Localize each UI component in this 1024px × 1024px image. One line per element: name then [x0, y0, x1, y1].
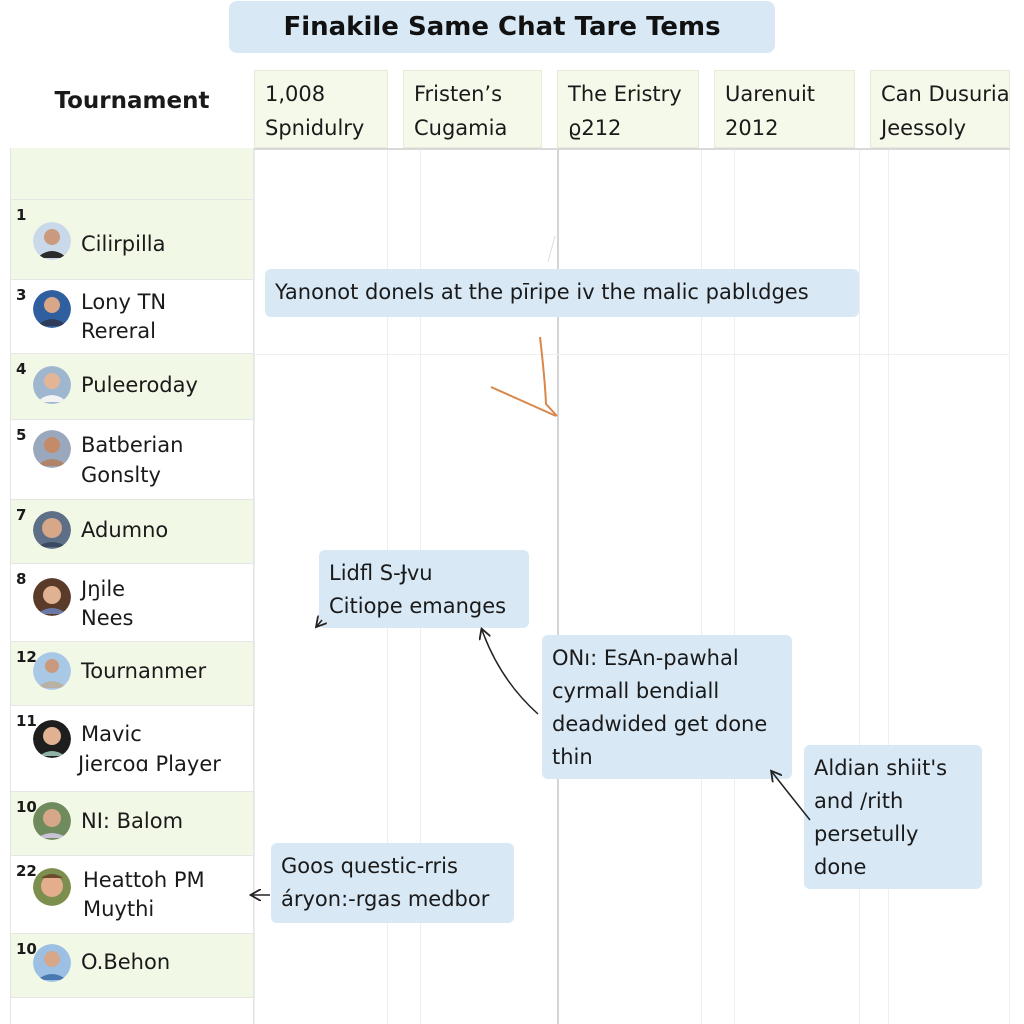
avatar-icon: [33, 868, 71, 906]
avatar-icon: [33, 802, 71, 840]
list-item[interactable]: 11 Mavic Jiercoɑ Player: [11, 706, 253, 792]
player-name: Adumno: [81, 518, 169, 542]
grid-line: [254, 150, 255, 1024]
column-header-line1: Can Dusuriac: [881, 82, 1010, 106]
column-header-line1: 1,008: [265, 82, 326, 106]
grid-line: [859, 150, 860, 1024]
player-name-line2: Rereral: [81, 319, 156, 343]
list-item[interactable]: 12 Tournanmer: [11, 642, 253, 706]
column-header-line1: Uarenuit: [725, 82, 816, 106]
list-item[interactable]: 5 Batberian Gonslty: [11, 420, 253, 500]
player-name: O.Behon: [81, 950, 171, 974]
tournament-label: Tournament: [54, 88, 210, 114]
avatar-icon: [33, 366, 71, 404]
column-header-line2: Cugamia: [414, 116, 508, 140]
player-name: Batberian: [81, 433, 184, 457]
note-line: áryon:-rgas medbor: [281, 887, 490, 911]
list-item[interactable]: 10 NI: Balom: [11, 792, 253, 856]
avatar-icon: [33, 511, 71, 549]
note-line: deadwided get done: [552, 712, 768, 736]
avatar-icon: [33, 578, 71, 616]
list-item[interactable]: 4 Puleeroday: [11, 354, 253, 420]
grid-line: [888, 150, 889, 1024]
column-header[interactable]: The Eristry ϱ212: [557, 70, 699, 148]
player-name: Lony TN: [81, 290, 167, 314]
list-item[interactable]: 8 Jŋile Nees: [11, 564, 253, 642]
list-item[interactable]: [11, 148, 253, 200]
note-line: Aldian shiit's: [814, 756, 948, 780]
note-line: persetully: [814, 822, 919, 846]
note-line: thin: [552, 745, 593, 769]
list-item[interactable]: 3 Lony TN Rereral: [11, 280, 253, 354]
player-name: Heattoh PM: [83, 868, 205, 892]
player-name-line2: Gonslty: [81, 463, 161, 487]
annotation-note[interactable]: Goos questic-rris áryon:-rgas medbor: [271, 843, 514, 923]
list-item[interactable]: 22 Heattoh PM Muythi: [11, 856, 253, 934]
column-header-line2: ϱ212: [568, 116, 622, 140]
annotation-note[interactable]: Lidfl S-Ɉvu Citiope emanges: [319, 550, 529, 628]
column-header-line2: Spnidulry: [265, 116, 365, 140]
note-line: Yanonot donels at the pīripe iv the mali…: [275, 280, 809, 304]
player-name-line2: Jiercoɑ Player: [78, 752, 221, 776]
list-item[interactable]: 7 Adumno: [11, 500, 253, 564]
avatar-icon: [33, 222, 71, 260]
player-name: Jŋile: [81, 577, 126, 601]
column-header[interactable]: Fristen’s Cugamia: [403, 70, 542, 148]
grid-line: [1009, 150, 1010, 1024]
rank: 11: [16, 712, 37, 730]
player-name: Cilirpilla: [81, 232, 166, 256]
grid-line: [254, 354, 1010, 355]
list-item[interactable]: 10 O.Behon: [11, 934, 253, 998]
rank: 4: [16, 360, 27, 378]
chart-title: Finakile Same Chat Tare Tems: [229, 1, 775, 53]
column-header[interactable]: Can Dusuriac Jeessoly: [870, 70, 1010, 148]
rank: 7: [16, 506, 27, 524]
column-header-line2: 2012: [725, 116, 779, 140]
column-header-line1: Fristen’s: [414, 82, 503, 106]
player-name: Tournanmer: [81, 659, 207, 683]
player-name-line2: Muythi: [83, 897, 155, 921]
avatar-icon: [33, 720, 71, 758]
avatar-icon: [33, 290, 71, 328]
player-name: Mavic: [81, 722, 142, 746]
note-line: and /rith: [814, 789, 904, 813]
player-name: Puleeroday: [81, 373, 198, 397]
column-header[interactable]: 1,008 Spnidulry: [254, 70, 388, 148]
annotation-note[interactable]: ONı: EsAn-pawhal cyrmall bendiall deadwi…: [542, 635, 792, 779]
annotation-note[interactable]: Aldian shiit's and /rith persetully done: [804, 745, 982, 889]
avatar-icon: [33, 430, 71, 468]
rank: 3: [16, 286, 27, 304]
note-line: Goos questic-rris: [281, 854, 458, 878]
player-name-line2: Nees: [81, 606, 134, 630]
note-line: done: [814, 855, 867, 879]
player-list: 1 Cilirpilla 3 Lony TN Rereral 4 Puleero…: [10, 148, 254, 1024]
column-header[interactable]: Uarenuit 2012: [714, 70, 855, 148]
avatar-icon: [33, 652, 71, 690]
note-line: cyrmall bendiall: [552, 679, 720, 703]
note-line: ONı: EsAn-pawhal: [552, 646, 739, 670]
annotation-note[interactable]: Yanonot donels at the pīripe iv the mali…: [265, 269, 859, 317]
rank: 8: [16, 570, 27, 588]
note-line: Citiope emanges: [329, 594, 507, 618]
avatar-icon: [33, 944, 71, 982]
rank: 22: [16, 862, 37, 880]
note-line: Lidfl S-Ɉvu: [329, 561, 433, 585]
list-item[interactable]: 1 Cilirpilla: [11, 200, 253, 280]
rank: 1: [16, 206, 27, 224]
player-name: NI: Balom: [81, 809, 184, 833]
column-header-line1: The Eristry: [568, 82, 682, 106]
column-header-line2: Jeessoly: [881, 116, 967, 140]
rank: 5: [16, 426, 27, 444]
